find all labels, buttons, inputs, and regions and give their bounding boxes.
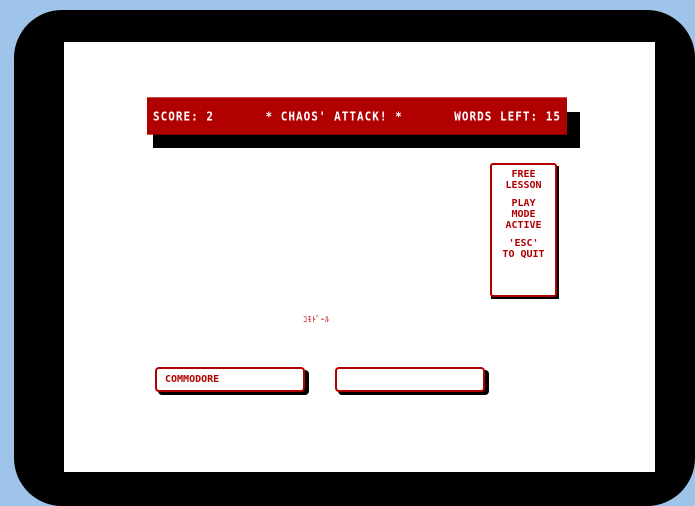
free-lesson-label: FREE LESSON (505, 169, 542, 191)
header-bar: SCORE: 2 * CHAOS' ATTACK! * WORDS LEFT: … (147, 97, 567, 135)
answer-input[interactable] (335, 367, 485, 392)
typed-word-field[interactable]: COMMODORE (155, 367, 305, 392)
katakana-hint: ｺﾓﾄﾞｰﾙ (303, 315, 330, 324)
game-title: * CHAOS' ATTACK! * (265, 108, 403, 124)
play-mode-label: PLAY MODE ACTIVE (505, 198, 542, 231)
esc-quit-label: 'ESC' TO QUIT (502, 238, 545, 260)
score-label: SCORE: 2 (153, 108, 214, 124)
mode-panel: FREE LESSON PLAY MODE ACTIVE 'ESC' TO QUIT (490, 163, 557, 297)
words-left-label: WORDS LEFT: 15 (454, 108, 561, 124)
